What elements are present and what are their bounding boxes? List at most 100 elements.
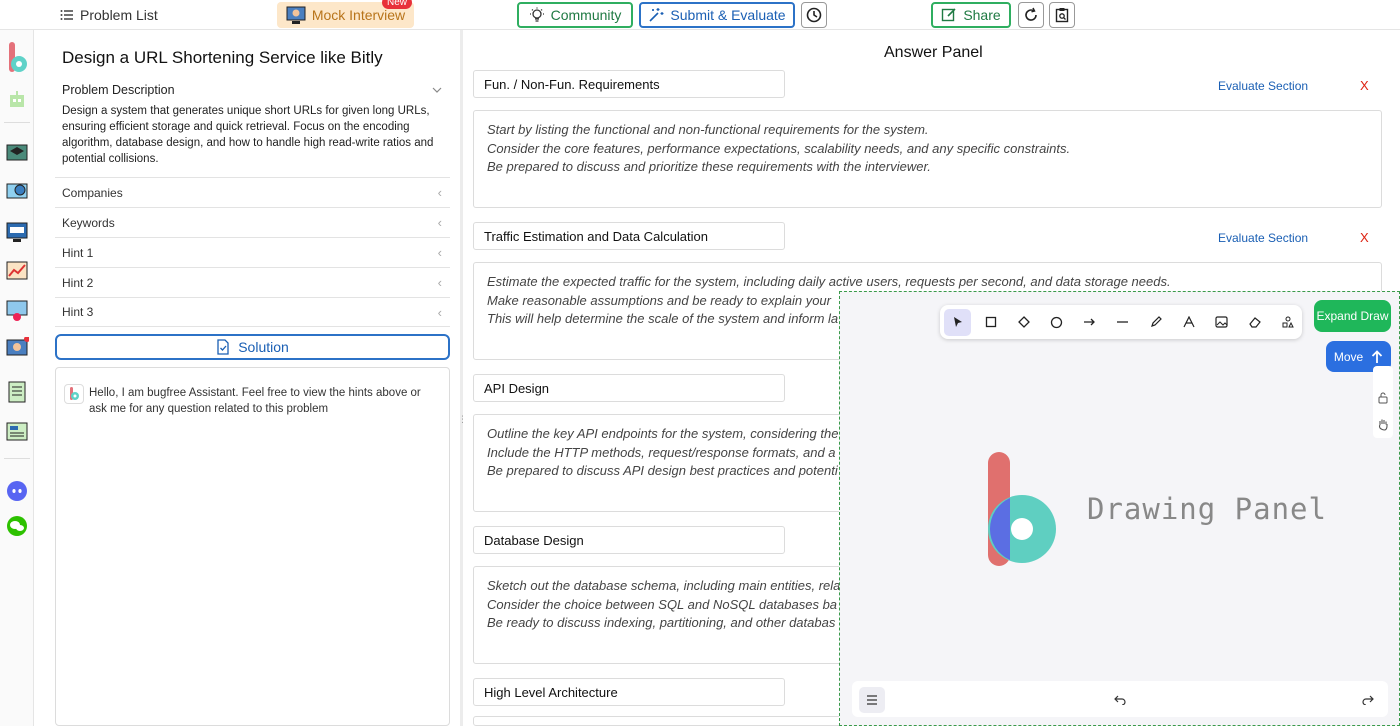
pencil-tool-icon[interactable]: [1142, 309, 1169, 336]
edit-share-icon: [942, 8, 956, 22]
shapes-library-icon[interactable]: [1274, 309, 1301, 336]
answer-panel-title: Answer Panel: [884, 44, 983, 61]
redo-icon[interactable]: [1358, 690, 1378, 710]
drawing-toolbar: [940, 305, 1302, 339]
clock-icon: [806, 7, 822, 23]
accordion-companies[interactable]: Companies ‹: [55, 177, 450, 207]
line-tool-icon[interactable]: [1109, 309, 1136, 336]
problem-description: Design a system that generates unique sh…: [62, 105, 434, 165]
rail-divider: [4, 458, 30, 459]
clipboard-button[interactable]: [1049, 2, 1075, 28]
remove-section-button[interactable]: X: [1360, 230, 1369, 245]
problem-list-label: Problem List: [80, 7, 158, 23]
mock-interview-button[interactable]: Mock Interview New: [277, 0, 414, 28]
solution-label: Solution: [238, 339, 289, 355]
clipboard-search-icon: [1055, 8, 1069, 23]
chevron-left-icon: ‹: [437, 245, 442, 260]
evaluate-section-button[interactable]: Evaluate Section: [1218, 231, 1308, 245]
refresh-icon: [1025, 7, 1037, 21]
section-title-database: Database Design: [473, 526, 785, 554]
chevron-left-icon: ‹: [437, 275, 442, 290]
menu-icon[interactable]: [859, 687, 885, 713]
refresh-button[interactable]: [1018, 2, 1044, 28]
drawing-panel-label: Drawing Panel: [1087, 492, 1327, 526]
rail-divider: [4, 122, 30, 123]
blog-icon[interactable]: [4, 419, 30, 445]
problem-description-label: Problem Description: [62, 83, 175, 97]
ellipse-tool-icon[interactable]: [1043, 309, 1070, 336]
assistant-avatar: [64, 384, 84, 404]
solution-button[interactable]: Solution: [55, 334, 450, 360]
section-title-requirements: Fun. / Non-Fun. Requirements: [473, 70, 785, 98]
section-title-api: API Design: [473, 374, 785, 402]
lightbulb-icon: [529, 7, 544, 22]
remove-section-button[interactable]: X: [1360, 78, 1369, 93]
resume-icon[interactable]: [4, 379, 30, 405]
image-tool-icon[interactable]: [1208, 309, 1235, 336]
hand-pan-icon[interactable]: [1377, 418, 1389, 434]
mock-interview-rail-icon[interactable]: [4, 336, 30, 362]
document-check-icon: [217, 339, 229, 355]
text-tool-icon[interactable]: [1175, 309, 1202, 336]
system-design-icon[interactable]: [4, 179, 30, 205]
top-toolbar: Problem List Mock Interview New Communit…: [0, 0, 1400, 30]
arrow-up-icon: [1372, 349, 1383, 363]
app-rail: [0, 0, 34, 726]
community-label: Community: [550, 7, 622, 23]
accordion-hint-3[interactable]: Hint 3 ‹: [55, 297, 450, 327]
accordion-label: Hint 3: [62, 305, 94, 319]
undo-icon[interactable]: [1110, 690, 1130, 710]
problem-title: Design a URL Shortening Service like Bit…: [62, 48, 383, 67]
section-title-traffic: Traffic Estimation and Data Calculation: [473, 222, 785, 250]
chevron-down-icon: [432, 83, 442, 97]
oop-icon[interactable]: [4, 219, 30, 245]
ai-interview-icon[interactable]: [4, 297, 30, 323]
history-button[interactable]: [801, 2, 827, 28]
drag-handle-icon[interactable]: ⋮: [458, 414, 467, 425]
accordion-label: Hint 2: [62, 275, 94, 290]
lock-icon[interactable]: [1377, 392, 1389, 407]
submit-evaluate-label: Submit & Evaluate: [670, 7, 786, 23]
expand-draw-button[interactable]: Expand Draw: [1314, 300, 1391, 332]
diamond-tool-icon[interactable]: [1010, 309, 1037, 336]
move-label: Move: [1333, 349, 1364, 364]
side-toolbar: [1373, 366, 1393, 438]
section-input-requirements[interactable]: Start by listing the functional and non-…: [473, 110, 1382, 208]
accordion-label: Hint 1: [62, 245, 94, 260]
rectangle-tool-icon[interactable]: [977, 309, 1004, 336]
robot-icon[interactable]: [4, 88, 30, 114]
arrow-tool-icon[interactable]: [1076, 309, 1103, 336]
select-tool-icon[interactable]: [944, 308, 971, 336]
eraser-tool-icon[interactable]: [1241, 309, 1268, 336]
submit-evaluate-button[interactable]: Submit & Evaluate: [639, 2, 795, 28]
problem-list-button[interactable]: Problem List: [56, 2, 166, 28]
section-title-architecture: High Level Architecture: [473, 678, 785, 706]
magic-wand-icon: [649, 8, 664, 22]
chevron-left-icon: ‹: [437, 185, 442, 200]
bugfree-logo-icon[interactable]: [4, 42, 30, 74]
discord-icon[interactable]: [4, 478, 30, 504]
community-button[interactable]: Community: [517, 2, 633, 28]
problem-description-toggle[interactable]: Problem Description: [62, 83, 442, 97]
evaluate-section-button[interactable]: Evaluate Section: [1218, 79, 1308, 93]
course-icon[interactable]: [4, 140, 30, 166]
assistant-message: Hello, I am bugfree Assistant. Feel free…: [89, 387, 421, 415]
accordion-hint-2[interactable]: Hint 2 ‹: [55, 267, 450, 297]
accordion-label: Keywords: [62, 215, 115, 230]
accordion-hint-1[interactable]: Hint 1 ‹: [55, 237, 450, 267]
wechat-icon[interactable]: [4, 513, 30, 539]
share-button[interactable]: Share: [931, 2, 1011, 28]
assistant-chat[interactable]: Hello, I am bugfree Assistant. Feel free…: [55, 367, 450, 726]
mock-interview-label: Mock Interview: [311, 7, 406, 23]
analytics-icon[interactable]: [4, 258, 30, 284]
bugfree-logo: [986, 452, 1058, 568]
chevron-left-icon: ‹: [437, 304, 442, 320]
accordion-keywords[interactable]: Keywords ‹: [55, 207, 450, 237]
interviewer-icon: [286, 6, 306, 24]
chevron-left-icon: ‹: [437, 215, 442, 230]
accordion-label: Companies: [62, 185, 123, 200]
new-badge: New: [381, 0, 412, 9]
problem-panel: Design a URL Shortening Service like Bit…: [48, 30, 458, 726]
panel-resize-handle[interactable]: [460, 30, 463, 726]
share-label: Share: [963, 7, 1001, 23]
